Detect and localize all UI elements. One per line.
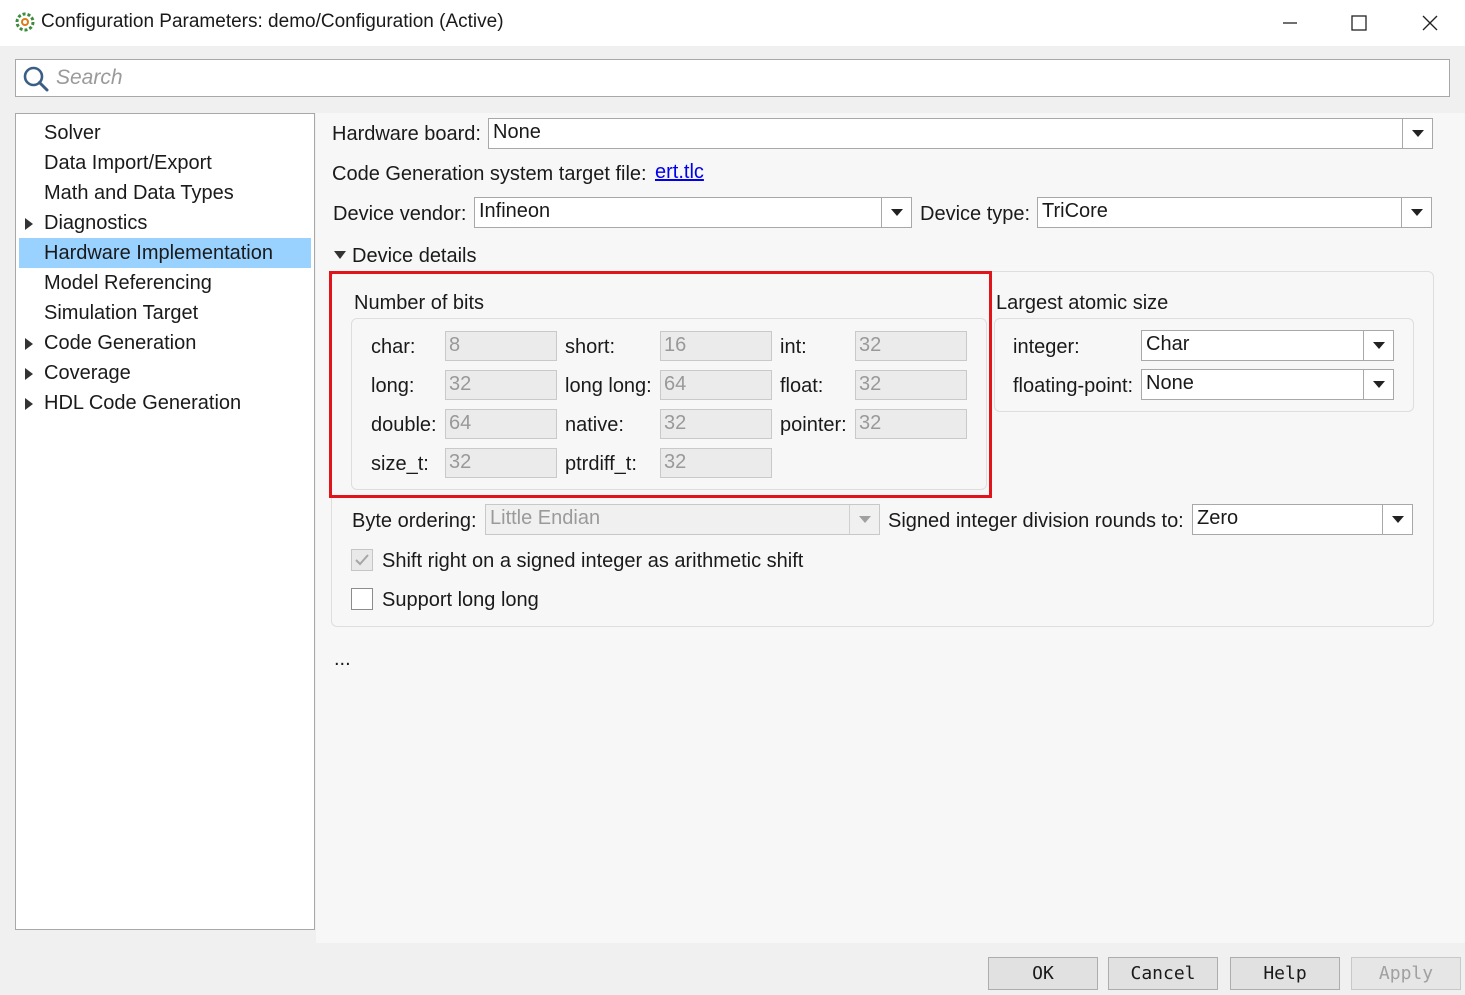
nav-item-label: Math and Data Types bbox=[44, 182, 234, 204]
close-button[interactable] bbox=[1395, 0, 1465, 46]
nav-item-hardware-implementation[interactable]: Hardware Implementation bbox=[19, 238, 311, 268]
dropdown-arrow-icon[interactable] bbox=[881, 198, 911, 227]
nav-item-label: HDL Code Generation bbox=[44, 392, 242, 414]
search-input[interactable] bbox=[56, 62, 1436, 94]
device-vendor-dropdown[interactable]: Infineon bbox=[474, 197, 912, 228]
maximize-icon bbox=[1351, 15, 1367, 31]
atomic-floating-point-label: floating-point: bbox=[1013, 375, 1134, 397]
division-rounding-label: Signed integer division rounds to: bbox=[888, 510, 1184, 532]
expand-arrow-icon[interactable] bbox=[25, 218, 33, 230]
atomic-floating-point-value: None bbox=[1146, 372, 1194, 394]
expand-arrow-icon[interactable] bbox=[25, 368, 33, 380]
search-box[interactable] bbox=[15, 59, 1450, 97]
nav-item-simulation-target[interactable]: Simulation Target bbox=[19, 298, 311, 328]
nav-item-label: Coverage bbox=[44, 362, 131, 384]
device-vendor-label: Device vendor: bbox=[333, 203, 467, 225]
nav-item-label: Solver bbox=[44, 122, 101, 144]
nav-item-solver[interactable]: Solver bbox=[19, 118, 311, 148]
largest-atomic-size-title: Largest atomic size bbox=[996, 292, 1169, 314]
device-details-toggle[interactable]: Device details bbox=[352, 245, 477, 268]
hardware-board-label: Hardware board: bbox=[332, 123, 481, 145]
search-icon bbox=[22, 65, 50, 93]
arithmetic-shift-label: Shift right on a signed integer as arith… bbox=[382, 550, 804, 572]
support-long-long-label: Support long long bbox=[382, 589, 539, 611]
hardware-board-value: None bbox=[493, 121, 541, 143]
minimize-icon bbox=[1283, 22, 1297, 24]
device-type-value: TriCore bbox=[1042, 200, 1108, 222]
target-file-link[interactable]: ert.tlc bbox=[655, 161, 704, 184]
division-rounding-dropdown[interactable]: Zero bbox=[1192, 504, 1413, 535]
byte-ordering-dropdown[interactable]: Little Endian bbox=[485, 504, 880, 535]
device-vendor-value: Infineon bbox=[479, 200, 551, 222]
annotation-highlight-box bbox=[329, 271, 992, 498]
category-tree: Solver Data Import/Export Math and Data … bbox=[15, 113, 315, 930]
nav-item-code-generation[interactable]: Code Generation bbox=[19, 328, 311, 358]
dropdown-arrow-icon[interactable] bbox=[1402, 119, 1432, 148]
title-bar: Configuration Parameters: demo/Configura… bbox=[0, 0, 1465, 46]
expand-arrow-icon[interactable] bbox=[25, 338, 33, 350]
byte-ordering-label: Byte ordering: bbox=[352, 510, 477, 532]
device-type-dropdown[interactable]: TriCore bbox=[1037, 197, 1432, 228]
division-rounding-value: Zero bbox=[1197, 507, 1239, 529]
help-button[interactable]: Help bbox=[1230, 957, 1340, 990]
hardware-board-dropdown[interactable]: None bbox=[488, 118, 1433, 149]
ok-button[interactable]: OK bbox=[988, 957, 1098, 990]
target-file-label: Code Generation system target file: bbox=[332, 163, 647, 185]
byte-ordering-value: Little Endian bbox=[490, 507, 601, 529]
window-title: Configuration Parameters: demo/Configura… bbox=[41, 11, 504, 32]
checkmark-icon bbox=[355, 554, 369, 566]
maximize-button[interactable] bbox=[1324, 0, 1394, 46]
cancel-button[interactable]: Cancel bbox=[1108, 957, 1218, 990]
dropdown-arrow-icon[interactable] bbox=[1382, 505, 1412, 534]
support-long-long-checkbox[interactable] bbox=[351, 588, 373, 610]
expand-arrow-icon[interactable] bbox=[25, 398, 33, 410]
atomic-integer-value: Char bbox=[1146, 333, 1190, 355]
device-type-label: Device type: bbox=[920, 203, 1031, 225]
dropdown-arrow-icon[interactable] bbox=[849, 505, 879, 534]
simulink-gear-icon bbox=[14, 11, 36, 33]
nav-item-label: Diagnostics bbox=[44, 212, 148, 234]
nav-item-label: Model Referencing bbox=[44, 272, 212, 294]
atomic-integer-label: integer: bbox=[1013, 336, 1080, 358]
dropdown-arrow-icon[interactable] bbox=[1363, 331, 1393, 360]
nav-item-data-import-export[interactable]: Data Import/Export bbox=[19, 148, 311, 178]
apply-button[interactable]: Apply bbox=[1351, 957, 1461, 990]
nav-item-label: Hardware Implementation bbox=[44, 242, 273, 264]
nav-item-label: Simulation Target bbox=[44, 302, 199, 324]
nav-item-math-and-data-types[interactable]: Math and Data Types bbox=[19, 178, 311, 208]
nav-item-hdl-code-generation[interactable]: HDL Code Generation bbox=[19, 388, 311, 418]
dropdown-arrow-icon[interactable] bbox=[1363, 370, 1393, 399]
close-icon bbox=[1422, 15, 1438, 31]
arithmetic-shift-checkbox[interactable] bbox=[351, 549, 373, 571]
nav-item-coverage[interactable]: Coverage bbox=[19, 358, 311, 388]
nav-item-model-referencing[interactable]: Model Referencing bbox=[19, 268, 311, 298]
dropdown-arrow-icon[interactable] bbox=[1401, 198, 1431, 227]
more-ellipsis[interactable]: ... bbox=[334, 648, 351, 671]
nav-item-diagnostics[interactable]: Diagnostics bbox=[19, 208, 311, 238]
minimize-button[interactable] bbox=[1255, 0, 1325, 46]
collapse-arrow-icon[interactable] bbox=[334, 251, 346, 259]
atomic-integer-dropdown[interactable]: Char bbox=[1141, 330, 1394, 361]
atomic-floating-point-dropdown[interactable]: None bbox=[1141, 369, 1394, 400]
nav-item-label: Code Generation bbox=[44, 332, 197, 354]
nav-item-label: Data Import/Export bbox=[44, 152, 212, 174]
